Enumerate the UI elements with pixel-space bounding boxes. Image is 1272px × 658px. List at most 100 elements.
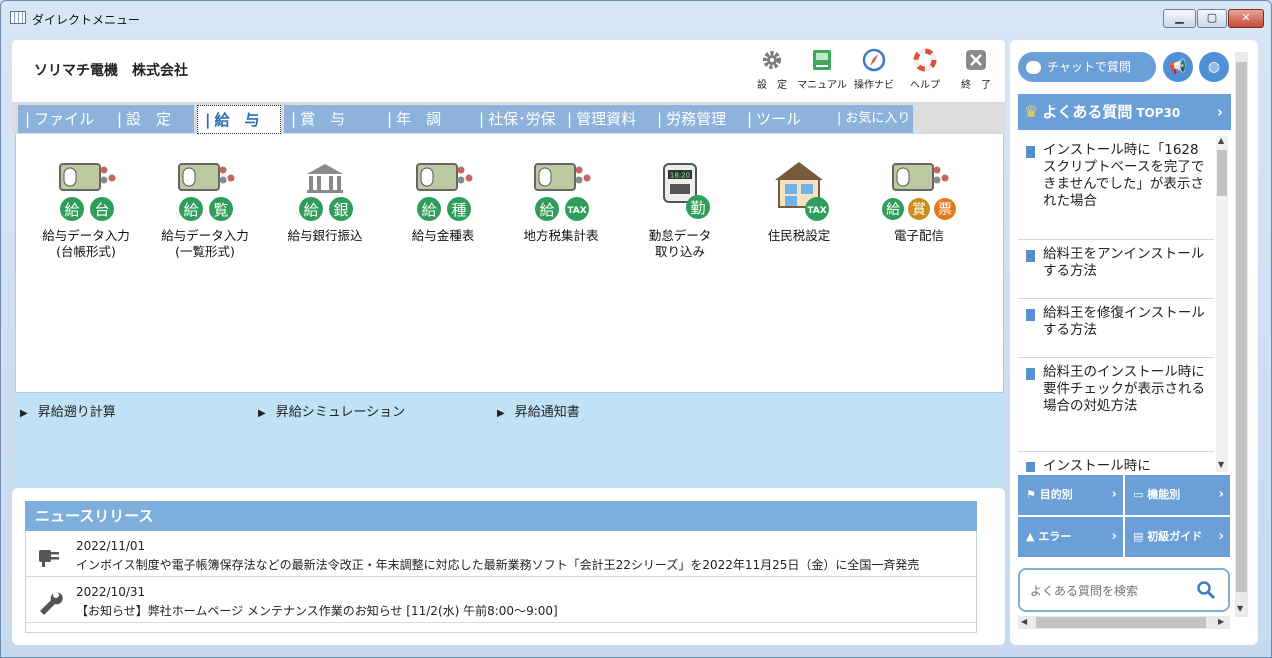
tab-labor-management[interactable]: 労務管理 (650, 105, 740, 133)
faq-search-box (1018, 568, 1230, 612)
tab-year-end[interactable]: 年 調 (380, 105, 472, 133)
compass-icon (862, 48, 886, 72)
tab-bonus[interactable]: 賞 与 (284, 105, 380, 133)
navigation-button[interactable]: 操作ナビ (847, 48, 901, 91)
chevron-right-icon: › (1111, 487, 1117, 502)
scroll-left-arrow[interactable]: ◀ (1021, 617, 1027, 626)
badge-text: 勤 (690, 199, 705, 217)
scroll-thumb[interactable] (1236, 62, 1247, 592)
badge-text: 賞 (912, 202, 926, 218)
faq-item[interactable]: 給料王のインストール時に要件チェックが表示される場合の対処方法 (1018, 358, 1214, 452)
chat-question-button[interactable]: チャットで質問 (1018, 52, 1156, 82)
sub-link-raise-retroactive[interactable]: ▶ 昇給遡り計算 (20, 401, 116, 420)
news-item[interactable]: 2022/10/31 【お知らせ】弊社ホームページ メンテナンス作業のお知らせ … (26, 577, 976, 623)
badge-text: 給 (539, 201, 554, 219)
settings-button[interactable]: 設 定 (745, 48, 799, 91)
close-window-button[interactable]: ✕ (1228, 9, 1264, 28)
chat-bubble-icon (1026, 61, 1041, 74)
wrench-icon (40, 592, 63, 615)
crown-icon: ♛ (1024, 102, 1039, 121)
scroll-right-arrow[interactable]: ▶ (1218, 617, 1224, 626)
tab-favorites[interactable]: お気に入り (830, 105, 913, 133)
help-button[interactable]: ヘルプ (898, 48, 952, 91)
faq-item[interactable]: インストール時に「1628 スクリプトベースを完了できませんでした」が表示された… (1018, 136, 1214, 240)
badge-text: 票 (938, 202, 952, 218)
faq-item[interactable]: インストール時に (1018, 452, 1214, 472)
sidebar-scrollbar[interactable]: ▼ (1235, 52, 1248, 617)
help-label: ヘルプ (910, 80, 940, 91)
manual-icon (813, 50, 831, 70)
sub-link-raise-notice[interactable]: ▶ 昇給通知書 (497, 401, 580, 420)
tab-management-docs[interactable]: 管理資料 (560, 105, 650, 133)
maximize-button[interactable]: ▢ (1197, 9, 1227, 28)
guide-icon: ▤ (1133, 530, 1144, 543)
close-icon (966, 50, 986, 70)
local-tax-summary[interactable]: 給 TAX 地方税集計表 (506, 162, 616, 244)
badge-text: TAX (807, 206, 826, 216)
badge-text: 銀 (333, 201, 348, 219)
lifebuoy-icon (913, 48, 937, 72)
flag-icon: ⚑ (1026, 488, 1036, 501)
salary-entry-list[interactable]: 給 覧 給与データ入力 (一覧形式) (150, 162, 260, 260)
window-title: ダイレクトメニュー (32, 13, 141, 27)
badge-text: 給 (303, 201, 318, 219)
denomination-icon: 給 種 (416, 163, 473, 221)
tab-settings[interactable]: 設 定 (110, 105, 194, 133)
search-icon[interactable] (1196, 580, 1216, 600)
faq-item[interactable]: 給料王を修復インストールする方法 (1018, 299, 1214, 358)
web-button[interactable]: ◍ (1199, 52, 1229, 82)
function-label: 給与銀行振込 (287, 228, 363, 243)
faq-scrollbar[interactable]: ▲ ▼ (1216, 136, 1228, 472)
tab-social-insurance[interactable]: 社保･労保 (472, 105, 560, 133)
horizontal-scrollbar[interactable]: ◀ ▶ (1018, 616, 1230, 629)
category-function-button[interactable]: ▭ 機能別 › (1125, 475, 1230, 515)
tab-tools[interactable]: ツール (740, 105, 830, 133)
resident-tax-settings[interactable]: TAX 住民税設定 (744, 162, 854, 244)
manual-button[interactable]: マニュアル (795, 48, 849, 91)
navigation-label: 操作ナビ (854, 80, 894, 91)
announcement-button[interactable]: 📢 (1163, 52, 1193, 82)
badge-text: 給 (421, 201, 436, 219)
sub-link-raise-simulation[interactable]: ▶ 昇給シミュレーション (258, 401, 405, 420)
title-bar[interactable]: ダイレクトメニュー ▁ ▢ ✕ (1, 1, 1271, 35)
menu-tab-bar: ファイル 設 定 給 与 賞 与 年 調 社保･労保 管理資料 労務管理 ツール… (12, 102, 1005, 134)
electronic-delivery[interactable]: 給 賞 票 電子配信 (864, 162, 974, 244)
salary-bank-transfer[interactable]: 給 銀 給与銀行振込 (270, 162, 380, 244)
faq-header[interactable]: ♛ よくある質問 TOP30 › (1018, 94, 1231, 130)
news-list: 2022/11/01 インボイス制度や電子帳簿保存法などの最新法令改正・年末調整… (25, 531, 977, 633)
tab-file[interactable]: ファイル (18, 105, 110, 133)
salary-denomination[interactable]: 給 種 給与金種表 (388, 162, 498, 244)
category-purpose-button[interactable]: ⚑ 目的別 › (1018, 475, 1123, 515)
salary-entry-ledger[interactable]: 給 台 給与データ入力 (台帳形式) (31, 162, 141, 260)
badge-text: 給 (183, 201, 198, 219)
faq-sidebar: チャットで質問 📢 ◍ ♛ よくある質問 TOP30 › インストール時に「1628 … (1010, 40, 1258, 645)
scroll-down-arrow[interactable]: ▼ (1237, 604, 1243, 613)
attendance-import[interactable]: 18:20 勤 勤怠データ 取り込み (625, 162, 735, 260)
news-title: ニュースリリース (25, 501, 977, 531)
document-icon (1026, 309, 1035, 321)
category-error-button[interactable]: ▲ エラー › (1018, 517, 1123, 557)
function-label: 給与金種表 (411, 228, 475, 243)
settings-label: 設 定 (757, 80, 787, 91)
function-label: 給与データ入力 (一覧形式) (161, 228, 249, 259)
exit-button[interactable]: 終 了 (949, 48, 1003, 91)
scroll-down-arrow[interactable]: ▼ (1218, 460, 1224, 469)
badge-text: 台 (94, 201, 109, 219)
clock-display: 18:20 (670, 172, 690, 180)
minimize-button[interactable]: ▁ (1163, 9, 1196, 28)
function-label: 勤怠データ 取り込み (648, 228, 712, 259)
scroll-up-arrow[interactable]: ▲ (1218, 136, 1224, 145)
house-icon: TAX (775, 162, 829, 221)
faq-search-input[interactable] (1030, 581, 1190, 601)
scroll-thumb[interactable] (1217, 150, 1227, 196)
badge-text: 種 (451, 201, 466, 219)
plug-icon (39, 550, 59, 567)
triangle-right-icon: ▶ (20, 408, 28, 419)
scroll-thumb[interactable] (1036, 617, 1206, 628)
chevron-right-icon: › (1111, 529, 1117, 544)
document-icon (1026, 462, 1035, 472)
news-item[interactable]: 2022/11/01 インボイス制度や電子帳簿保存法などの最新法令改正・年末調整… (26, 531, 976, 577)
faq-item[interactable]: 給料王をアンインストールする方法 (1018, 240, 1214, 299)
category-guide-button[interactable]: ▤ 初級ガイド › (1125, 517, 1230, 557)
tab-salary[interactable]: 給 与 (197, 105, 281, 134)
